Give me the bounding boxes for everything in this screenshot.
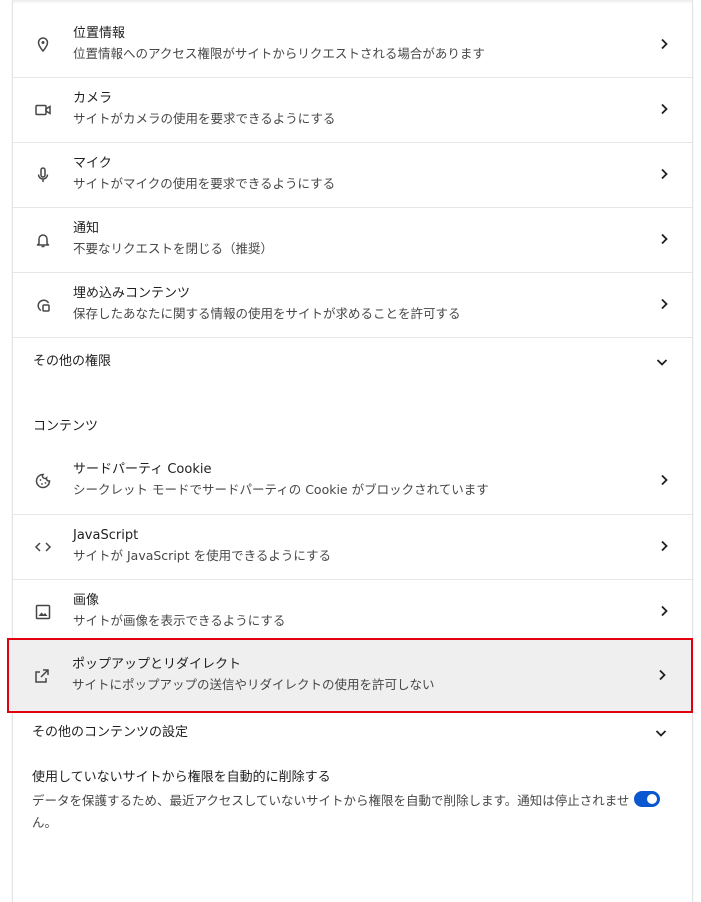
- auto-remove-description: データを保護するため、最近アクセスしていないサイトから権限を自動で削除します。通…: [32, 793, 630, 830]
- permission-subtitle: サイトがマイクの使用を要求できるようにする: [73, 176, 336, 191]
- camera-icon: [33, 100, 53, 120]
- permission-title: カメラ: [73, 91, 113, 106]
- content-subtitle: サイトにポップアップの送信やリダイレクトの使用を許可しない: [72, 677, 435, 692]
- open-in-new-icon: [32, 666, 52, 686]
- auto-remove-title: 使用していないサイトから権限を自動的に削除する: [32, 770, 331, 785]
- chevron-right-icon: [656, 36, 672, 52]
- content-subtitle: シークレット モードでサードパーティの Cookie がブロックされています: [73, 482, 489, 497]
- permission-subtitle: 位置情報へのアクセス権限がサイトからリクエストされる場合があります: [73, 46, 485, 61]
- content-title: ポップアップとリダイレクト: [72, 657, 242, 672]
- permission-row-camera[interactable]: カメラ サイトがカメラの使用を要求できるようにする: [13, 77, 692, 142]
- embedded-content-icon: [33, 295, 53, 315]
- microphone-icon: [33, 165, 53, 185]
- other-permissions-expander[interactable]: その他の権限: [13, 337, 692, 387]
- content-title: 画像: [73, 593, 100, 608]
- chevron-right-icon: [654, 667, 670, 683]
- chevron-right-icon: [656, 472, 672, 488]
- settings-card: 位置情報 位置情報へのアクセス権限がサイトからリクエストされる場合があります カ…: [12, 0, 693, 902]
- permission-title: 通知: [73, 221, 100, 236]
- auto-remove-toggle[interactable]: [634, 791, 660, 807]
- chevron-right-icon: [656, 166, 672, 182]
- chevron-right-icon: [656, 603, 672, 619]
- permission-row-location[interactable]: 位置情報 位置情報へのアクセス権限がサイトからリクエストされる場合があります: [13, 0, 692, 77]
- chevron-down-icon: [654, 354, 670, 370]
- content-row-javascript[interactable]: JavaScript サイトが JavaScript を使用できるようにする: [13, 514, 692, 579]
- content-section-heading: コンテンツ: [33, 419, 99, 434]
- chevron-down-icon: [653, 725, 669, 741]
- content-row-third-party-cookies[interactable]: サードパーティ Cookie シークレット モードでサードパーティの Cooki…: [13, 449, 692, 514]
- content-row-popups-redirects[interactable]: ポップアップとリダイレクト サイトにポップアップの送信やリダイレクトの使用を許可…: [7, 638, 693, 713]
- toggle-knob: [647, 794, 657, 804]
- chevron-right-icon: [656, 296, 672, 312]
- permission-subtitle: 不要なリクエストを閉じる（推奨）: [73, 241, 274, 256]
- other-content-settings-expander[interactable]: その他のコンテンツの設定: [12, 713, 691, 753]
- content-subtitle: サイトが画像を表示できるようにする: [73, 613, 286, 628]
- other-content-settings-label: その他のコンテンツの設定: [32, 725, 189, 740]
- permission-title: マイク: [73, 156, 112, 171]
- chevron-right-icon: [656, 231, 672, 247]
- content-title: サードパーティ Cookie: [73, 462, 212, 477]
- content-subtitle: サイトが JavaScript を使用できるようにする: [73, 548, 331, 563]
- permission-subtitle: 保存したあなたに関する情報の使用をサイトが求めることを許可する: [73, 306, 461, 321]
- image-icon: [33, 602, 53, 622]
- permission-title: 埋め込みコンテンツ: [73, 286, 191, 301]
- code-brackets-icon: [33, 537, 53, 557]
- permission-subtitle: サイトがカメラの使用を要求できるようにする: [73, 111, 336, 126]
- permission-row-embedded-content[interactable]: 埋め込みコンテンツ 保存したあなたに関する情報の使用をサイトが求めることを許可す…: [13, 272, 692, 337]
- location-pin-icon: [33, 35, 53, 55]
- other-permissions-label: その他の権限: [33, 354, 112, 369]
- bell-icon: [33, 230, 53, 250]
- chevron-right-icon: [656, 101, 672, 117]
- cookie-icon: [33, 471, 53, 491]
- permission-title: 位置情報: [73, 26, 126, 41]
- permission-row-microphone[interactable]: マイク サイトがマイクの使用を要求できるようにする: [13, 142, 692, 207]
- chevron-right-icon: [656, 538, 672, 554]
- content-row-images[interactable]: 画像 サイトが画像を表示できるようにする: [13, 579, 692, 639]
- permission-row-notifications[interactable]: 通知 不要なリクエストを閉じる（推奨）: [13, 207, 692, 272]
- content-title: JavaScript: [73, 528, 139, 543]
